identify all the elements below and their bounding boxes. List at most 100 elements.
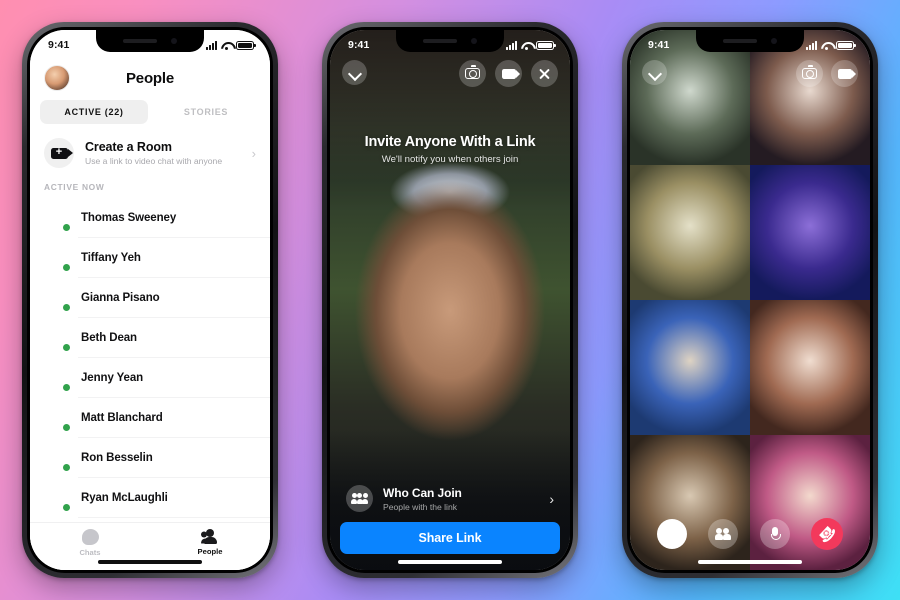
invite-title: Invite Anyone With a Link [364,134,536,150]
status-indicators [806,40,856,50]
toggle-video-button[interactable] [831,60,858,87]
person-name: Beth Dean [81,332,137,344]
person-name: Gianna Pisano [81,292,160,304]
list-item[interactable]: Gianna Pisano [30,278,270,318]
avatar [44,445,71,472]
status-indicators [206,40,256,50]
create-room-row[interactable]: + Create a Room Use a link to video chat… [30,130,270,178]
phone3-top-controls [796,60,858,87]
minimize-chevron-down-button[interactable] [342,60,367,85]
earpiece-speaker [423,39,457,43]
home-indicator[interactable] [398,560,502,564]
phone1-header: People [30,56,270,100]
people-icon [200,529,220,544]
phone2-bottom-sheet: Who Can Join People with the link › Shar… [340,481,560,554]
toggle-video-button[interactable] [495,60,522,87]
tab-people-label: People [197,547,223,556]
add-people-icon [714,528,732,540]
signal-bars-icon [206,40,217,50]
person-name: Tiffany Yeh [81,252,141,264]
create-room-text: Create a Room Use a link to video chat w… [85,140,241,166]
person-name: Jenny Yean [81,372,144,384]
person-name: Ryan McLaughli [81,492,168,504]
participant-tile[interactable] [750,300,870,435]
phone3-notch [696,30,804,52]
home-indicator[interactable] [698,560,802,564]
phone1-bezel: 9:41 People ACTIVE (22) STORIES + Create… [27,27,273,573]
phone1-screen: 9:41 People ACTIVE (22) STORIES + Create… [30,30,270,570]
online-status-dot [62,223,71,232]
signal-bars-icon [506,40,517,50]
avatar [44,245,71,272]
segmented-tabs: ACTIVE (22) STORIES [30,100,270,130]
phone3-bezel: 9:41 ☎ [627,27,873,573]
status-time: 9:41 [48,39,70,51]
earpiece-speaker [123,39,157,43]
wifi-icon [521,41,532,50]
online-status-dot [62,263,71,272]
participant-tile[interactable] [630,300,750,435]
effects-button[interactable] [656,519,687,549]
phone2-bezel: 9:41 Invite Anyone With a Link We'll not… [327,27,573,573]
phone3-bottom-controls: ☎ [630,518,870,550]
front-camera-icon [471,38,477,44]
list-item[interactable]: Ron Besselin [30,438,270,478]
phone1-notch [96,30,204,52]
tab-chats[interactable]: Chats [55,529,125,557]
mute-microphone-button[interactable] [759,519,790,549]
status-time: 9:41 [348,39,370,51]
end-call-phone-icon: ☎ [814,521,840,547]
home-indicator[interactable] [98,560,202,564]
close-call-button[interactable] [531,60,558,87]
camera-flip-icon [465,65,480,79]
tab-people[interactable]: People [175,529,245,556]
chevron-down-icon [348,66,361,79]
chevron-right-icon: › [549,490,554,507]
list-item[interactable]: Tiffany Yeh [30,238,270,278]
participant-tile[interactable] [750,165,870,300]
list-item[interactable]: Ryan McLaughli [30,478,270,518]
minimize-chevron-down-button[interactable] [642,60,667,85]
phone-invite-link: 9:41 Invite Anyone With a Link We'll not… [322,22,578,578]
chevron-down-icon [648,66,661,79]
camera-flip-icon [802,65,817,79]
create-room-title: Create a Room [85,140,172,154]
battery-icon [836,40,856,50]
invite-subtitle: We'll notify you when others join [381,154,519,165]
online-status-dot [62,463,71,472]
create-room-subtitle: Use a link to video chat with anyone [85,156,223,166]
end-call-button[interactable]: ☎ [811,518,844,550]
who-can-join-text: Who Can Join People with the link [383,486,539,512]
person-name: Thomas Sweeney [81,212,177,224]
tab-stories[interactable]: STORIES [152,100,260,124]
tab-active[interactable]: ACTIVE (22) [40,100,148,124]
list-item[interactable]: Matt Blanchard [30,398,270,438]
wifi-icon [821,41,832,50]
front-camera-icon [171,38,177,44]
phone2-notch [396,30,504,52]
avatar [44,205,71,232]
who-can-join-row[interactable]: Who Can Join People with the link › [340,481,560,522]
share-link-button[interactable]: Share Link [340,522,560,554]
online-status-dot [62,423,71,432]
participant-tile[interactable] [630,165,750,300]
person-name: Matt Blanchard [81,412,163,424]
video-camera-icon [837,68,856,79]
avatar [44,405,71,432]
list-item[interactable]: Beth Dean [30,318,270,358]
phone1-content: 9:41 People ACTIVE (22) STORIES + Create… [30,30,270,570]
online-status-dot [62,503,71,512]
phone-group-call-grid: 9:41 ☎ [622,22,878,578]
flip-camera-button[interactable] [796,60,823,87]
flip-camera-button[interactable] [459,60,486,87]
avatar [44,485,71,512]
microphone-icon [770,527,781,541]
list-item[interactable]: Thomas Sweeney [30,198,270,238]
tab-chats-label: Chats [79,548,101,557]
signal-bars-icon [806,40,817,50]
top-scrim [330,30,570,210]
list-item[interactable]: Jenny Yean [30,358,270,398]
add-people-button[interactable] [708,519,739,549]
people-list[interactable]: Thomas Sweeney Tiffany Yeh Gianna Pisano Be… [30,198,270,522]
video-camera-icon [501,68,520,79]
